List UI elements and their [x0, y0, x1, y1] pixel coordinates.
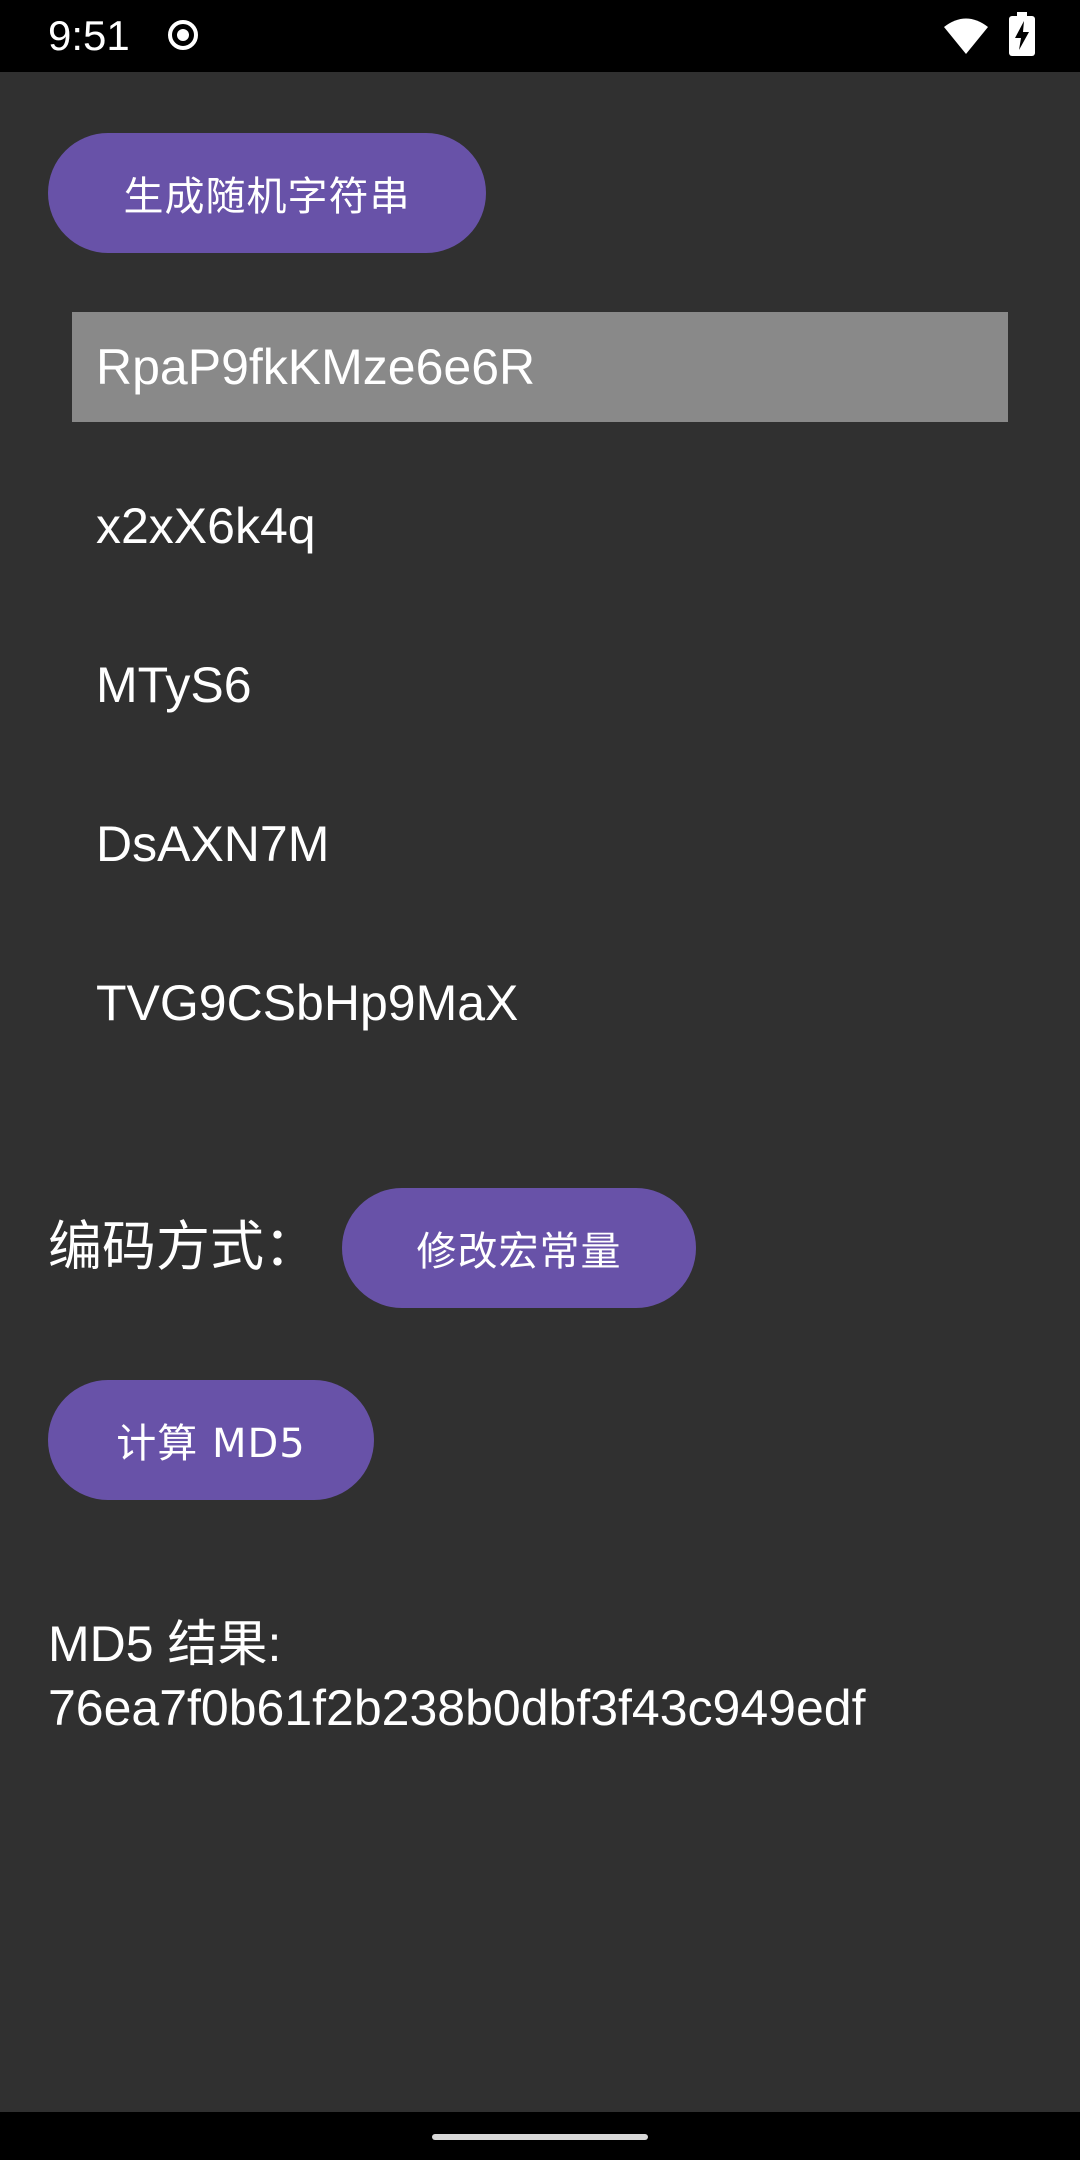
compute-md5-button[interactable]: 计算 MD5 — [48, 1380, 374, 1500]
list-item[interactable]: DsAXN7M — [72, 789, 1008, 899]
main-content: 生成随机字符串 RpaP9fkKMze6e6R x2xX6k4q MTyS6 DsAX… — [0, 72, 1080, 2112]
generate-random-string-button[interactable]: 生成随机字符串 — [48, 133, 486, 253]
wifi-icon — [944, 18, 988, 54]
md5-result-value: 76ea7f0b61f2b238b0dbf3f43c949edf — [48, 1680, 866, 1736]
encoding-method-label: 编码方式： — [48, 1215, 318, 1278]
modify-macro-constant-button[interactable]: 修改宏常量 — [342, 1188, 696, 1308]
battery-charging-icon — [1009, 12, 1035, 56]
status-bar: 9:51 — [0, 0, 1080, 72]
list-item[interactable]: MTyS6 — [72, 630, 1008, 740]
status-time: 9:51 — [48, 12, 130, 59]
list-item[interactable]: TVG9CSbHp9MaX — [72, 948, 1008, 1058]
navigation-bar — [0, 2112, 1080, 2160]
md5-result-label: MD5 结果: — [48, 1616, 282, 1672]
md5-result: MD5 结果: 76ea7f0b61f2b238b0dbf3f43c949edf — [48, 1612, 1048, 1740]
screen-record-icon — [168, 20, 198, 50]
home-gesture-handle[interactable] — [432, 2134, 648, 2140]
list-item[interactable]: x2xX6k4q — [72, 471, 1008, 581]
random-string-list: RpaP9fkKMze6e6R x2xX6k4q MTyS6 DsAXN7M TVG9C… — [72, 312, 1008, 1107]
list-item-selected[interactable]: RpaP9fkKMze6e6R — [72, 312, 1008, 422]
